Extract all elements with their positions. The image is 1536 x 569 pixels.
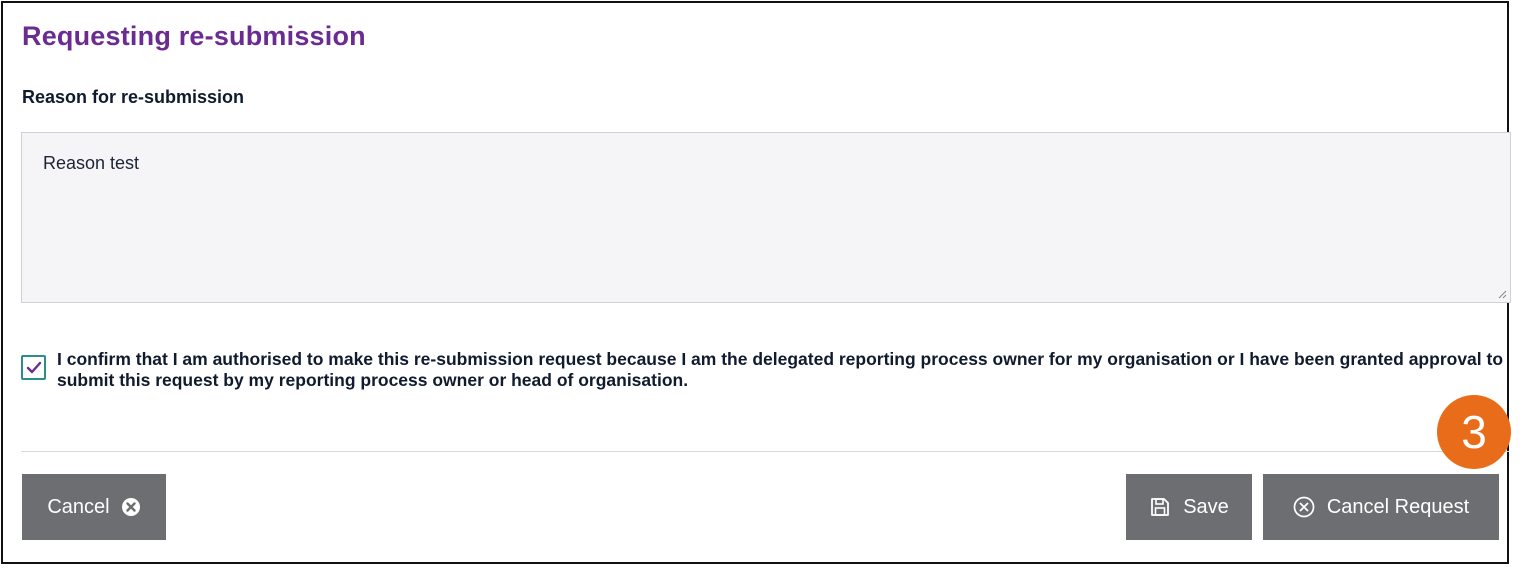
reason-textarea[interactable]: Reason test xyxy=(22,133,1510,302)
cancel-request-button[interactable]: Cancel Request xyxy=(1263,474,1499,540)
resize-grip-icon[interactable] xyxy=(1498,290,1507,299)
confirm-checkbox[interactable] xyxy=(21,355,46,380)
save-floppy-icon xyxy=(1149,496,1171,518)
close-circle-outline-icon xyxy=(1293,496,1315,518)
cancel-request-button-label: Cancel Request xyxy=(1326,495,1470,518)
cancel-button-label: Cancel xyxy=(47,495,110,518)
save-button-label: Save xyxy=(1183,495,1229,518)
close-circle-filled-icon xyxy=(121,497,141,517)
page-title: Requesting re-submission xyxy=(22,21,366,51)
reason-textarea-container: Reason test xyxy=(21,132,1511,303)
confirm-checkbox-label: I confirm that I am authorised to make t… xyxy=(57,349,1504,390)
resubmission-dialog: Requesting re-submission Reason for re-s… xyxy=(1,1,1511,564)
footer-divider xyxy=(21,451,1509,452)
reason-field-label: Reason for re-submission xyxy=(22,87,245,107)
step-number-badge: 3 xyxy=(1437,395,1511,469)
checkmark-icon xyxy=(26,361,42,374)
cancel-button[interactable]: Cancel xyxy=(22,474,166,540)
save-button[interactable]: Save xyxy=(1126,474,1252,540)
